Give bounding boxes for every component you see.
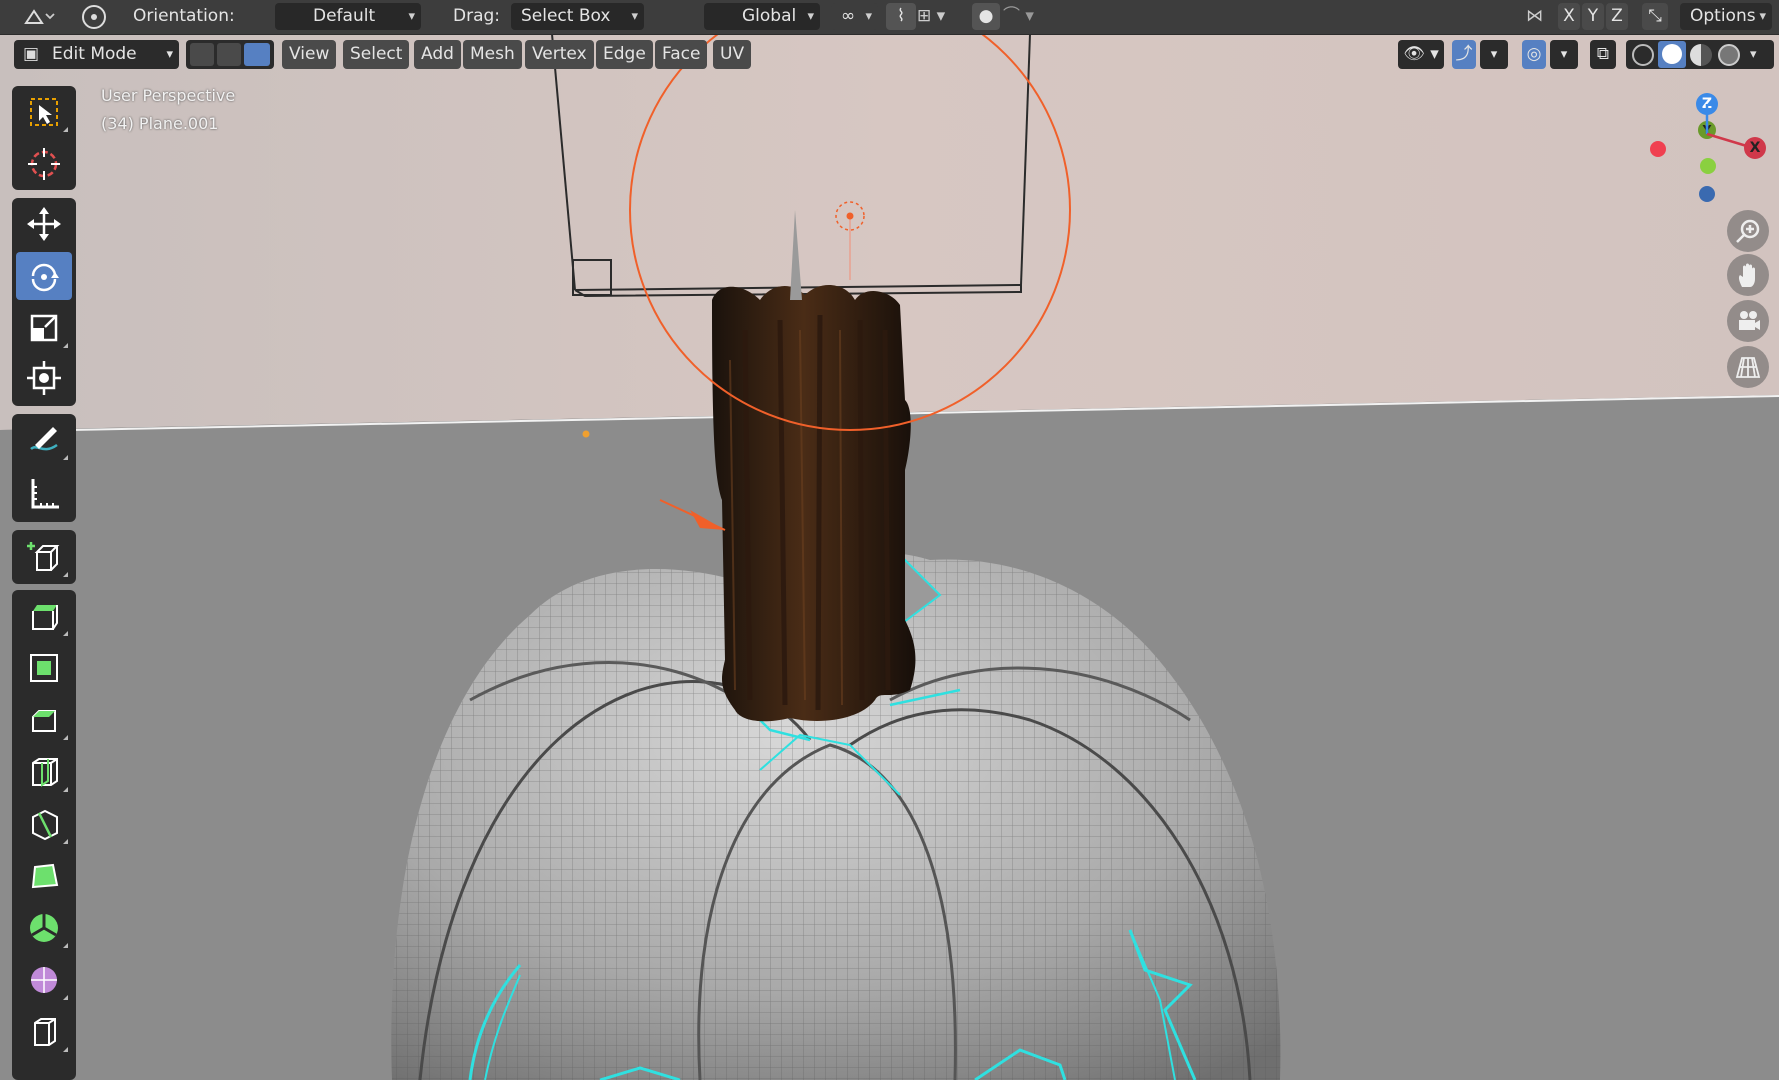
bevel-icon[interactable] (16, 696, 72, 744)
wireframe-shading-icon[interactable] (1632, 44, 1654, 66)
falloff-icon[interactable]: ⌒ ▾ (1003, 3, 1045, 30)
solid-shading-button[interactable] (1658, 41, 1686, 68)
pan-hand-icon[interactable] (1727, 254, 1769, 296)
orientation-value: Default (313, 6, 376, 26)
snap-increment-icon[interactable]: ⊞ ▾ (917, 3, 967, 30)
mirror-icon[interactable]: ⋈ (1526, 3, 1556, 30)
chevron-down-icon: ▾ (865, 9, 872, 24)
rotate-icon[interactable] (16, 252, 72, 300)
solid-shading-icon (1662, 44, 1682, 64)
overlay-toggle-icon[interactable]: ◎ (1522, 40, 1546, 69)
transform-space-dropdown[interactable]: Global ▾ (704, 3, 820, 30)
3d-viewport[interactable] (0, 0, 1779, 1080)
auto-merge-icon[interactable]: ⤡ (1642, 3, 1668, 30)
chevron-down-icon: ▾ (631, 9, 638, 24)
gizmo-toggle-icon[interactable]: ⤴ (1452, 40, 1476, 69)
camera-view-icon[interactable] (1727, 300, 1769, 342)
chevron-down-icon: ▾ (408, 9, 415, 24)
orientation-label: Orientation: (133, 6, 235, 26)
annotate-icon[interactable] (16, 416, 72, 464)
shading-group: ▾ (1626, 40, 1774, 69)
face-select-icon[interactable] (244, 43, 270, 66)
rendered-shading-icon[interactable] (1718, 44, 1740, 66)
drag-dropdown[interactable]: Select Box ▾ (511, 3, 644, 30)
viewport-object-info: (34) Plane.001 (101, 114, 219, 133)
edit-mode-icon: ▣ (23, 44, 40, 64)
transform-icon[interactable] (16, 354, 72, 402)
menu-add[interactable]: Add (414, 40, 461, 69)
menu-select[interactable]: Select (343, 40, 410, 69)
loop-cut-icon[interactable] (16, 748, 72, 796)
toolbar-group-add (12, 530, 76, 584)
snap-toggle-icon[interactable]: ⌇ (886, 3, 916, 30)
scale-icon[interactable] (16, 304, 72, 352)
transform-space-value: Global (742, 6, 797, 26)
menu-edge[interactable]: Edge (596, 40, 653, 69)
select-mode-group (186, 40, 274, 69)
toolbar-group-select (12, 86, 76, 190)
options-dropdown[interactable]: Options ▾ (1680, 3, 1772, 30)
viewport-perspective-label: User Perspective (101, 86, 236, 105)
chevron-down-icon[interactable]: ▾ (1750, 40, 1757, 69)
chevron-down-icon[interactable]: ▾ (1480, 40, 1508, 69)
select-box-icon[interactable] (16, 88, 72, 136)
extrude-icon[interactable] (16, 592, 72, 640)
menu-uv[interactable]: UV (713, 40, 752, 69)
menu-mesh[interactable]: Mesh (463, 40, 522, 69)
snap-menu[interactable]: ∞ ▾ (831, 3, 878, 30)
chevron-down-icon: ▾ (166, 47, 173, 62)
pivot-icon[interactable] (16, 3, 60, 30)
xray-toggle-icon[interactable]: ⧉ (1590, 40, 1616, 69)
chevron-down-icon: ▾ (807, 9, 814, 24)
edge-select-icon[interactable] (217, 43, 241, 66)
mirror-z-toggle[interactable]: Z (1606, 3, 1628, 30)
vertex-select-icon[interactable] (190, 43, 214, 66)
drag-label: Drag: (453, 6, 501, 26)
chevron-down-icon[interactable]: ▾ (1550, 40, 1578, 69)
orientation-dropdown[interactable]: Default ▾ (275, 3, 421, 30)
tool-settings-bar: Orientation: Default ▾ Drag: Select Box … (0, 0, 1779, 35)
mode-dropdown[interactable]: ▣ Edit Mode ▾ (14, 40, 179, 69)
link-icon: ∞ (841, 6, 856, 26)
viewport-scene[interactable] (0, 0, 1779, 1080)
options-label: Options (1690, 6, 1756, 26)
perspective-grid-icon[interactable] (1727, 346, 1769, 388)
menu-face[interactable]: Face (655, 40, 708, 69)
gizmo-neg-x-dot[interactable] (1650, 141, 1666, 157)
menu-vertex[interactable]: Vertex (525, 40, 594, 69)
knife-icon[interactable] (16, 800, 72, 848)
poly-build-icon[interactable] (16, 852, 72, 900)
zoom-icon[interactable] (1727, 210, 1769, 252)
transform-orientation-icon[interactable] (74, 3, 116, 30)
menu-view[interactable]: View (282, 40, 337, 69)
mirror-x-toggle[interactable]: X (1558, 3, 1580, 30)
visibility-icon[interactable]: 👁 ▾ (1398, 40, 1444, 69)
toolbar-group-transform (12, 198, 76, 406)
mode-value: Edit Mode (52, 44, 137, 64)
material-shading-icon[interactable] (1690, 44, 1712, 66)
inset-icon[interactable] (16, 644, 72, 692)
measure-icon[interactable] (16, 470, 72, 518)
smooth-icon[interactable] (16, 956, 72, 1004)
move-icon[interactable] (16, 200, 72, 248)
add-cube-icon[interactable] (16, 533, 72, 581)
drag-value: Select Box (521, 6, 611, 26)
spin-icon[interactable] (16, 904, 72, 952)
cursor-icon[interactable] (16, 140, 72, 188)
gizmo-lines (1705, 104, 1751, 149)
mirror-y-toggle[interactable]: Y (1582, 3, 1604, 30)
chevron-down-icon: ▾ (1759, 9, 1766, 24)
toolbar-group-annotate (12, 414, 76, 522)
edge-slide-icon[interactable] (16, 1008, 72, 1056)
proportional-editing-icon[interactable]: ● (972, 3, 1000, 30)
toolbar-group-mesh (12, 590, 76, 1080)
